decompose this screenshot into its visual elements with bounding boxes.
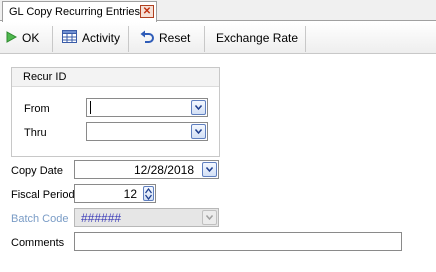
fiscal-period-spinner[interactable] — [143, 186, 154, 201]
thru-label: Thru — [24, 127, 47, 139]
tab-label: GL Copy Recurring Entries — [9, 6, 141, 18]
play-icon — [6, 30, 18, 46]
reset-label: Reset — [159, 31, 191, 45]
ok-label: OK — [22, 31, 40, 45]
recur-from-dropdown-button[interactable] — [191, 100, 206, 115]
recur-thru-field[interactable] — [86, 122, 208, 141]
tab-gl-copy-recurring-entries[interactable]: GL Copy Recurring Entries ✕ — [2, 1, 157, 22]
chevron-down-icon — [195, 129, 202, 135]
recur-id-header: Recur ID — [12, 68, 219, 87]
activity-button[interactable]: Activity — [62, 28, 120, 48]
grid-icon — [62, 30, 77, 46]
fiscal-period-field[interactable]: 12 — [74, 184, 156, 203]
batch-code-label: Batch Code — [11, 213, 69, 225]
from-label: From — [24, 103, 50, 115]
tab-strip: GL Copy Recurring Entries ✕ — [0, 0, 436, 22]
batch-code-dropdown-button — [202, 210, 217, 225]
exchange-rate-button[interactable]: Exchange Rate — [216, 28, 298, 48]
copy-date-value: 12/28/2018 — [133, 163, 194, 177]
fiscal-period-label: Fiscal Period — [11, 189, 75, 201]
batch-code-value: ###### — [81, 211, 122, 225]
spin-down-icon[interactable] — [145, 194, 152, 200]
toolbar-separator — [128, 26, 129, 52]
undo-icon — [140, 30, 154, 46]
recur-thru-dropdown-button[interactable] — [191, 124, 206, 139]
chevron-down-icon — [206, 215, 213, 221]
copy-date-label: Copy Date — [11, 165, 63, 177]
recur-from-field[interactable] — [86, 98, 208, 117]
toolbar-separator — [52, 26, 53, 52]
copy-date-dropdown-button[interactable] — [202, 162, 217, 177]
window: GL Copy Recurring Entries ✕ OK Activity … — [0, 0, 436, 272]
copy-date-field[interactable]: 12/28/2018 — [74, 160, 219, 179]
batch-code-field: ###### — [74, 208, 219, 227]
exchange-rate-label: Exchange Rate — [216, 31, 299, 45]
toolbar-separator — [305, 26, 306, 52]
ok-button[interactable]: OK — [6, 28, 39, 48]
fiscal-period-value: 12 — [123, 187, 137, 201]
reset-button[interactable]: Reset — [140, 28, 190, 48]
text-cursor — [90, 101, 91, 114]
activity-label: Activity — [82, 31, 121, 45]
chevron-down-icon — [206, 167, 213, 173]
comments-label: Comments — [11, 237, 65, 249]
toolbar: OK Activity Reset Exchange Rate — [0, 22, 436, 54]
chevron-down-icon — [195, 105, 202, 111]
comments-field[interactable] — [74, 232, 402, 251]
toolbar-separator — [204, 26, 205, 52]
close-icon[interactable]: ✕ — [140, 5, 154, 18]
